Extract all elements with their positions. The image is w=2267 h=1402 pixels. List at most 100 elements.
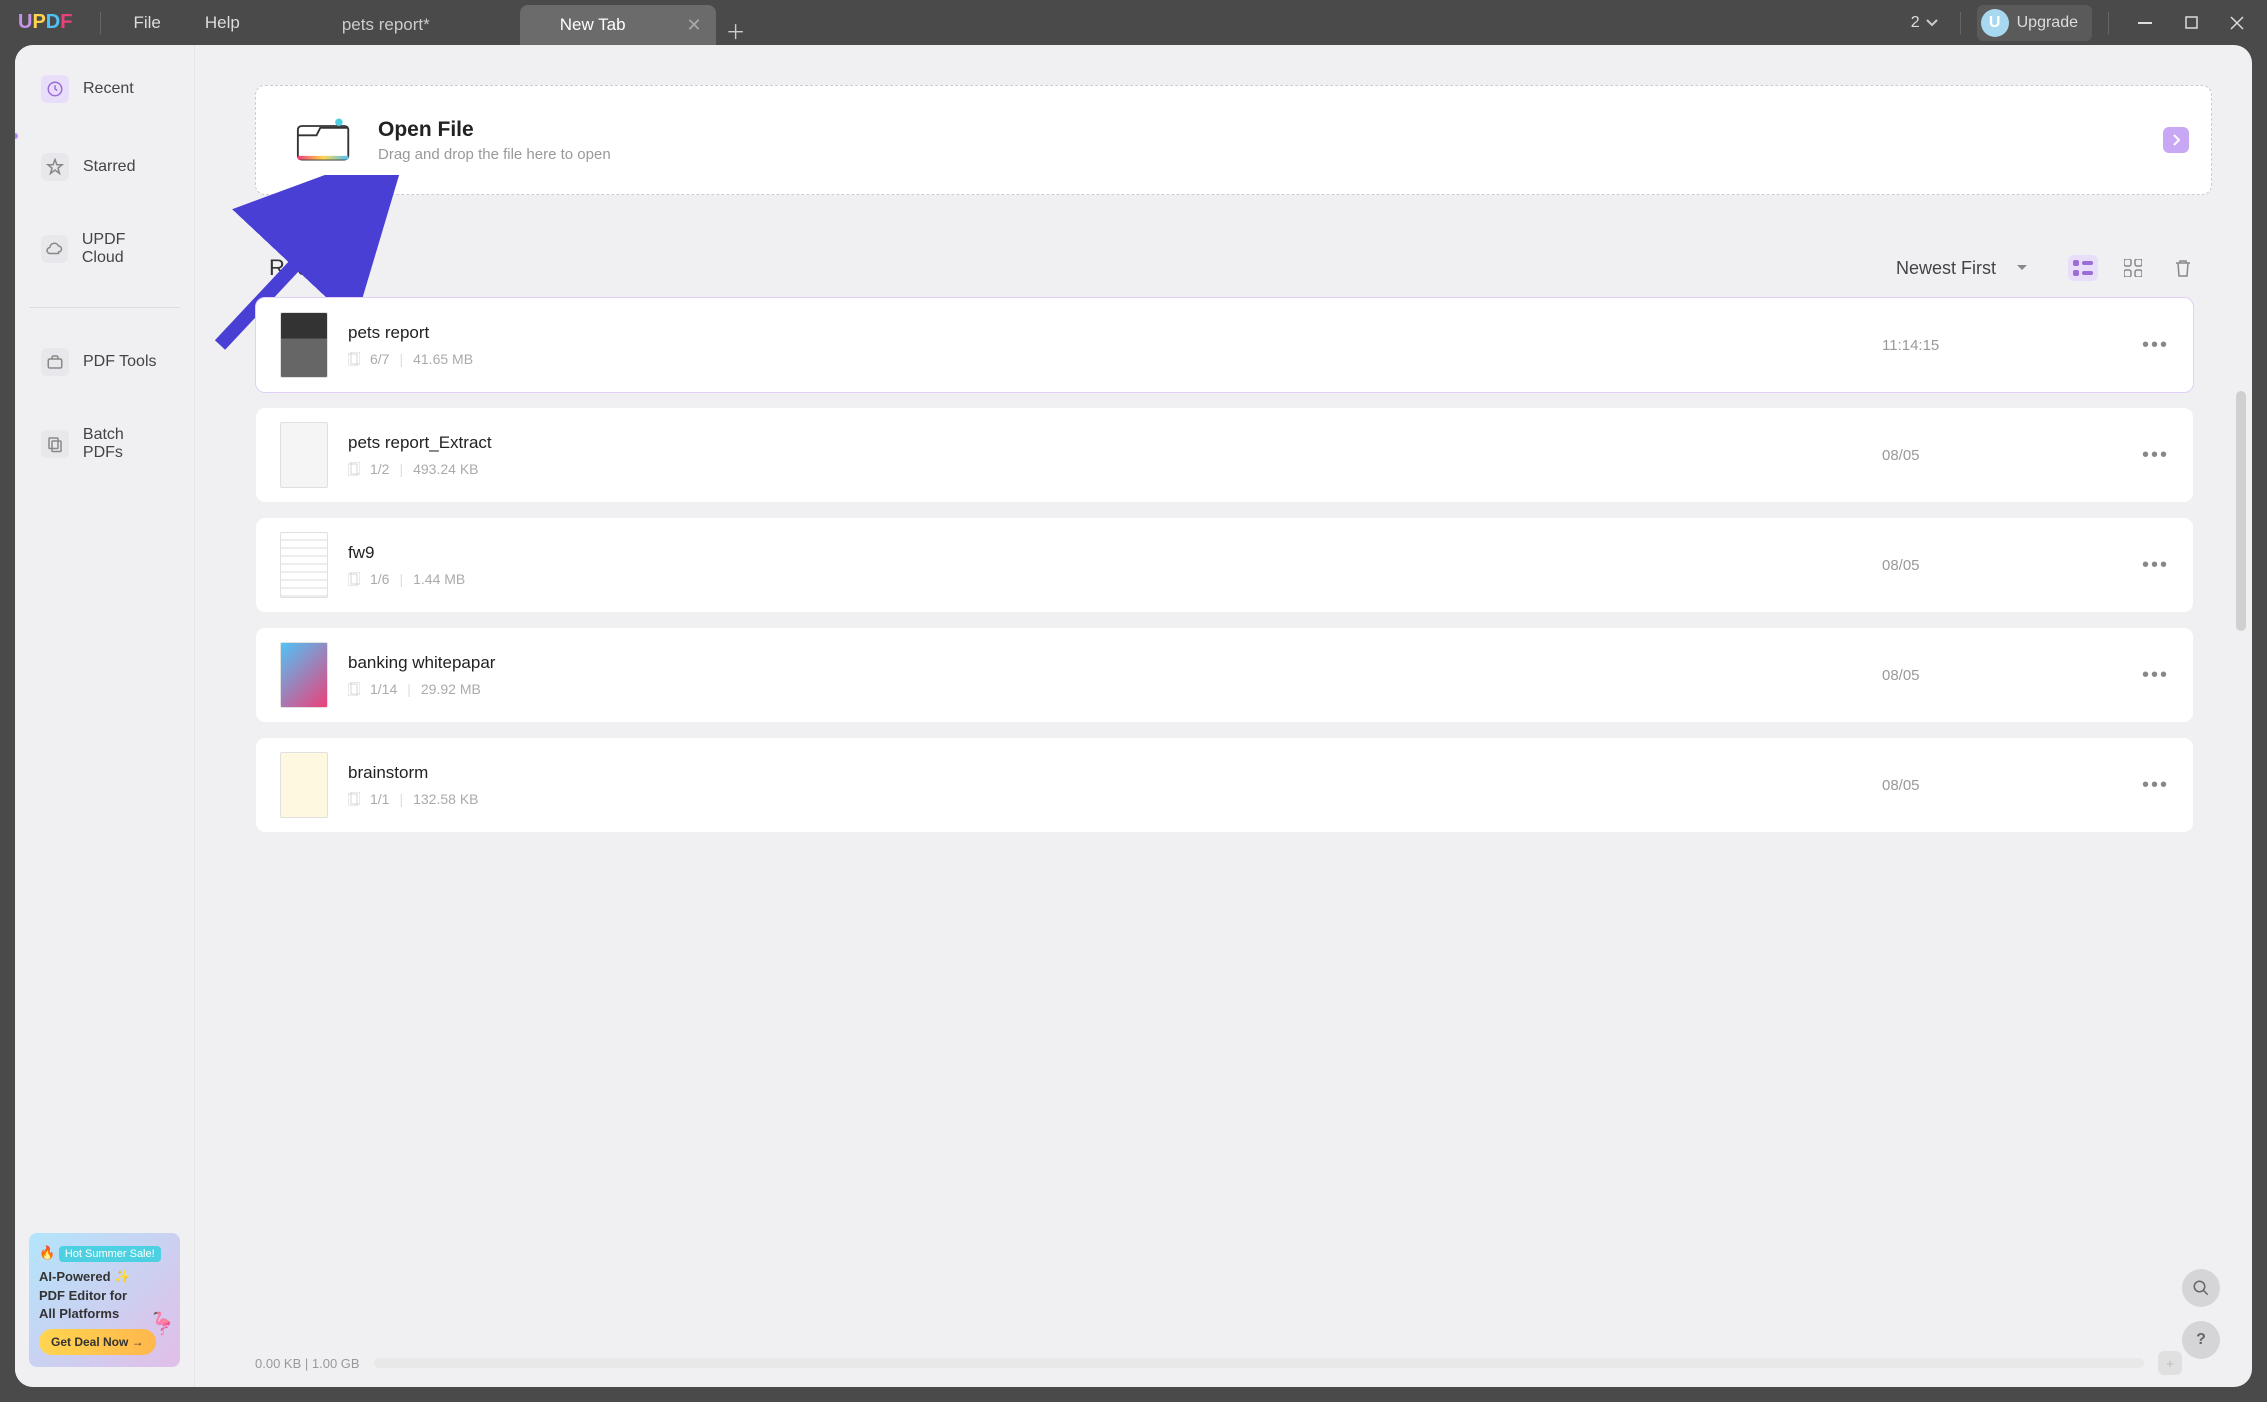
search-float-button[interactable] (2182, 1269, 2220, 1307)
pages-icon (348, 792, 360, 806)
file-thumbnail (280, 752, 328, 818)
titlebar: UPDF File Help pets report* New Tab ✕ ＋ … (0, 0, 2267, 45)
minimize-button[interactable] (2125, 3, 2165, 43)
close-icon[interactable]: ✕ (686, 15, 701, 36)
sort-label: Newest First (1896, 258, 1996, 279)
open-file-subtitle: Drag and drop the file here to open (378, 146, 611, 163)
file-more-button[interactable]: ••• (2142, 774, 2169, 797)
avatar: U (1981, 9, 2009, 37)
sidebar-item-label: PDF Tools (83, 353, 157, 371)
grid-view-button[interactable] (2118, 255, 2148, 281)
storage-bar-row: 0.00 KB | 1.00 GB + (255, 1351, 2182, 1375)
sidebar-item-starred[interactable]: Starred (29, 143, 180, 191)
file-date: 08/05 (1882, 777, 2122, 794)
sidebar-item-label: Batch PDFs (83, 426, 168, 462)
new-tab-button[interactable]: ＋ (716, 16, 756, 45)
file-thumbnail (280, 422, 328, 488)
help-float-button[interactable]: ? (2182, 1321, 2220, 1359)
file-name: brainstorm (348, 763, 1862, 783)
sidebar: Recent Starred UPDF Cloud PDF Tools (15, 45, 195, 1387)
file-more-button[interactable]: ••• (2142, 444, 2169, 467)
file-date: 08/05 (1882, 447, 2122, 464)
app-logo: UPDF (0, 11, 90, 34)
folder-icon (296, 116, 352, 164)
file-thumbnail (280, 532, 328, 598)
sidebar-item-batch[interactable]: Batch PDFs (29, 416, 180, 472)
chevron-right-icon (2172, 134, 2180, 146)
flamingo-icon: 🦩 (149, 1311, 176, 1337)
file-meta: 1/1|132.58 KB (348, 791, 1862, 807)
storage-progress-bar (374, 1358, 2144, 1368)
divider (2108, 12, 2109, 34)
dropdown-arrow-icon (2016, 264, 2028, 272)
menu-file[interactable]: File (111, 13, 182, 33)
file-more-button[interactable]: ••• (2142, 554, 2169, 577)
pages-icon (348, 682, 360, 696)
file-row[interactable]: pets report 6/7|41.65 MB 11:14:15 ••• (255, 297, 2194, 393)
chevron-down-icon (1926, 19, 1938, 27)
list-icon (2073, 260, 2093, 276)
sidebar-item-recent[interactable]: Recent (29, 65, 180, 113)
file-date: 11:14:15 (1882, 337, 2122, 354)
promo-badge: Hot Summer Sale! (59, 1246, 161, 1262)
file-meta: 1/2|493.24 KB (348, 461, 1862, 477)
batch-icon (41, 430, 69, 458)
pages-icon (348, 352, 360, 366)
file-date: 08/05 (1882, 667, 2122, 684)
toolbox-icon (41, 348, 69, 376)
storage-add-button[interactable]: + (2158, 1351, 2182, 1375)
tab-new-tab[interactable]: New Tab ✕ (520, 5, 716, 45)
promo-cta-button[interactable]: Get Deal Now → (39, 1329, 156, 1355)
open-file-title: Open File (378, 118, 611, 142)
file-thumbnail (280, 312, 328, 378)
file-row[interactable]: pets report_Extract 1/2|493.24 KB 08/05 … (255, 407, 2194, 503)
file-name: pets report (348, 323, 1862, 343)
storage-text: 0.00 KB | 1.00 GB (255, 1356, 360, 1371)
tab-bar: pets report* New Tab ✕ ＋ (302, 0, 1905, 45)
file-name: fw9 (348, 543, 1862, 563)
window-count-dropdown[interactable]: 2 (1905, 14, 1944, 32)
open-file-chevron-button[interactable] (2163, 127, 2189, 153)
file-row[interactable]: banking whitepapar 1/14|29.92 MB 08/05 •… (255, 627, 2194, 723)
promo-banner[interactable]: 🔥 Hot Summer Sale! AI-Powered ✨ PDF Edit… (29, 1233, 180, 1367)
file-row[interactable]: fw9 1/6|1.44 MB 08/05 ••• (255, 517, 2194, 613)
window-count-value: 2 (1911, 14, 1920, 32)
file-date: 08/05 (1882, 557, 2122, 574)
file-thumbnail (280, 642, 328, 708)
sidebar-item-cloud[interactable]: UPDF Cloud (29, 221, 180, 277)
file-row[interactable]: brainstorm 1/1|132.58 KB 08/05 ••• (255, 737, 2194, 833)
file-name: pets report_Extract (348, 433, 1862, 453)
delete-all-button[interactable] (2168, 255, 2198, 281)
open-file-dropzone[interactable]: Open File Drag and drop the file here to… (255, 85, 2212, 195)
sidebar-item-label: Starred (83, 158, 135, 176)
sidebar-item-label: Recent (83, 80, 134, 98)
pages-icon (348, 572, 360, 586)
scrollbar-thumb[interactable] (2236, 391, 2246, 631)
sidebar-item-label: UPDF Cloud (82, 231, 168, 267)
file-meta: 1/6|1.44 MB (348, 571, 1862, 587)
star-icon (41, 153, 69, 181)
file-name: banking whitepapar (348, 653, 1862, 673)
file-more-button[interactable]: ••• (2142, 664, 2169, 687)
grid-icon (2124, 259, 2142, 277)
close-window-button[interactable] (2217, 3, 2257, 43)
file-meta: 1/14|29.92 MB (348, 681, 1862, 697)
question-icon: ? (2196, 1331, 2206, 1349)
menu-help[interactable]: Help (183, 13, 262, 33)
tab-label: New Tab (560, 15, 626, 35)
sort-dropdown[interactable]: Newest First (1896, 258, 2068, 279)
divider (1960, 12, 1961, 34)
maximize-button[interactable] (2171, 3, 2211, 43)
file-more-button[interactable]: ••• (2142, 334, 2169, 357)
tab-label: pets report* (342, 15, 430, 35)
cloud-icon (41, 235, 68, 263)
list-view-button[interactable] (2068, 255, 2098, 281)
sidebar-item-pdf-tools[interactable]: PDF Tools (29, 338, 180, 386)
tab-pets-report[interactable]: pets report* (302, 5, 520, 45)
fire-icon: 🔥 (39, 1245, 55, 1260)
upgrade-button[interactable]: U Upgrade (1977, 5, 2092, 41)
pages-icon (348, 462, 360, 476)
trash-icon (2174, 258, 2192, 278)
sidebar-separator (29, 307, 180, 308)
upgrade-label: Upgrade (2017, 14, 2078, 32)
